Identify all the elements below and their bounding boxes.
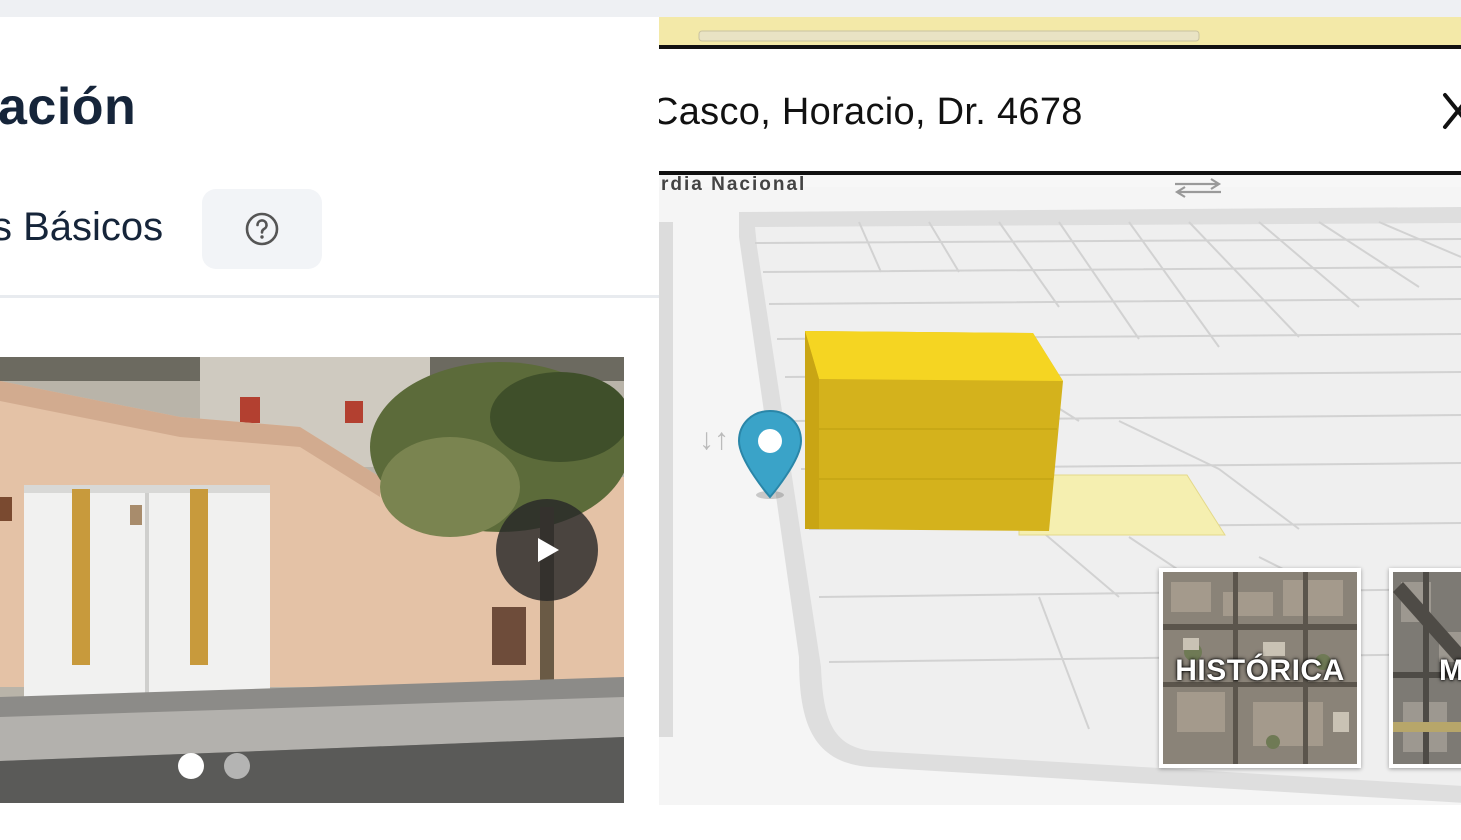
carousel-pagination [178,753,250,779]
question-circle-icon [245,212,279,246]
address-bar: Casco, Horacio, Dr. 4678 [659,45,1461,175]
photo-carousel[interactable] [0,357,624,803]
section-heading: s Básicos [0,205,164,249]
map-panel[interactable]: ↓↑ Casco, Horacio, Dr. 4678 rdia Naciona… [659,17,1461,805]
close-icon[interactable] [1441,91,1461,131]
bottom-strip [659,805,1461,840]
top-strip [0,0,1461,17]
svg-text:↓↑: ↓↑ [699,423,729,456]
page-title: ación [0,78,137,136]
layer-label: HISTÓRICA [1175,654,1345,687]
street-label: rdia Nacional [661,174,807,195]
two-way-arrows-icon [1174,178,1222,198]
property-info-panel: ación s Básicos [0,17,659,840]
layer-historica-button[interactable]: HISTÓRICA [1159,568,1361,768]
play-icon [538,538,559,562]
divider [0,295,659,298]
play-video-button[interactable] [496,499,598,601]
help-button[interactable] [202,189,322,269]
layer-second-button[interactable]: M [1389,568,1461,768]
address-text: Casco, Horacio, Dr. 4678 [659,91,1083,133]
carousel-dot-1[interactable] [178,753,204,779]
layer-label: M [1439,654,1461,688]
carousel-dot-2[interactable] [224,753,250,779]
location-pin-icon[interactable] [735,409,805,501]
